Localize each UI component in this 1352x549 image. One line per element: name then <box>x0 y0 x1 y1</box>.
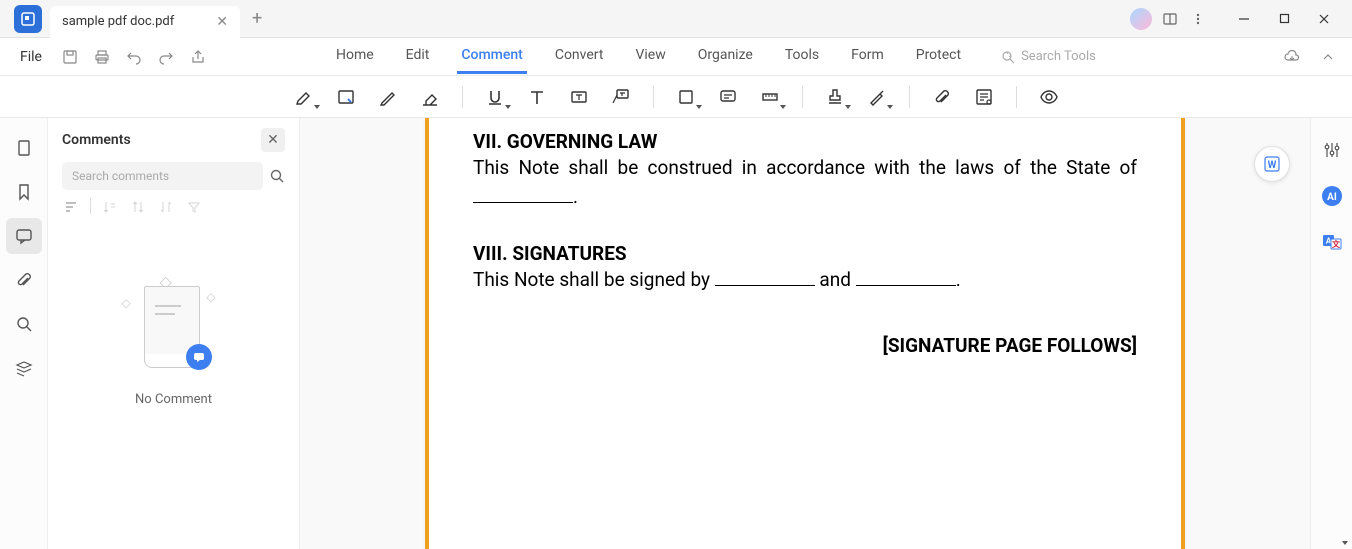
maximize-button[interactable] <box>1264 0 1304 38</box>
right-rail: AI A文 <box>1310 118 1352 549</box>
shape-tool[interactable] <box>666 81 706 113</box>
print-icon[interactable] <box>88 43 116 71</box>
tab-protect[interactable]: Protect <box>912 39 965 74</box>
search-tools[interactable]: Search Tools <box>1001 39 1096 74</box>
close-button[interactable] <box>1304 0 1344 38</box>
tab-form[interactable]: Form <box>847 39 888 74</box>
stamp-tool[interactable] <box>815 81 855 113</box>
close-tab-icon[interactable]: ✕ <box>216 14 228 30</box>
attachments-rail-icon[interactable] <box>6 262 42 298</box>
menubar: File Home Edit Comment Convert View Orga… <box>0 38 1352 76</box>
tab-organize[interactable]: Organize <box>694 39 757 74</box>
undo-icon[interactable] <box>120 43 148 71</box>
search-comments-input[interactable] <box>62 162 263 190</box>
comments-panel: Comments ✕ ◇ ◇ ◇ No Comment <box>48 118 300 549</box>
panel-title: Comments <box>62 132 131 148</box>
section-7-title: VII. GOVERNING LAW <box>473 130 1137 153</box>
pdf-page: VII. GOVERNING LAW This Note shall be co… <box>425 118 1185 549</box>
callout-tool[interactable] <box>601 81 641 113</box>
document-tab[interactable]: sample pdf doc.pdf ✕ <box>50 6 240 38</box>
signature-page-follows: [SIGNATURE PAGE FOLLOWS] <box>473 334 1137 357</box>
user-avatar[interactable] <box>1130 8 1152 30</box>
expand-icon[interactable] <box>129 198 147 216</box>
empty-state: ◇ ◇ ◇ No Comment <box>48 276 299 407</box>
search-rail-icon[interactable] <box>6 306 42 342</box>
attachment-tool[interactable] <box>922 81 962 113</box>
note-tool[interactable] <box>708 81 748 113</box>
empty-text: No Comment <box>135 392 212 407</box>
search-tools-label: Search Tools <box>1021 49 1096 64</box>
measure-tool[interactable] <box>750 81 790 113</box>
comment-toolbar <box>0 76 1352 118</box>
underline-tool[interactable] <box>475 81 515 113</box>
bookmarks-icon[interactable] <box>6 174 42 210</box>
layers-rail-icon[interactable] <box>6 350 42 386</box>
tab-tools[interactable]: Tools <box>781 39 823 74</box>
thumbnails-icon[interactable] <box>6 130 42 166</box>
signature-tool[interactable] <box>857 81 897 113</box>
settings-sliders-icon[interactable] <box>1318 136 1346 164</box>
tab-view[interactable]: View <box>631 39 669 74</box>
minimize-button[interactable] <box>1224 0 1264 38</box>
blank-field <box>856 267 956 286</box>
svg-text:W: W <box>1268 160 1277 171</box>
area-highlight-tool[interactable] <box>326 81 366 113</box>
redo-icon[interactable] <box>152 43 180 71</box>
section-8-body: This Note shall be signed by and . <box>473 265 1137 294</box>
eraser-tool[interactable] <box>410 81 450 113</box>
panel-close-button[interactable]: ✕ <box>261 128 285 152</box>
svg-text:AI: AI <box>1327 192 1337 203</box>
tab-comment[interactable]: Comment <box>457 39 526 74</box>
collapse-icon[interactable] <box>157 198 175 216</box>
sort-icon[interactable] <box>62 198 80 216</box>
sort-az-icon[interactable] <box>101 198 119 216</box>
hide-comments-tool[interactable] <box>1029 81 1069 113</box>
add-tab-button[interactable]: + <box>252 8 262 29</box>
filter-icon[interactable] <box>185 198 203 216</box>
empty-illustration-icon: ◇ ◇ ◇ <box>114 276 234 376</box>
text-tool[interactable] <box>517 81 557 113</box>
blank-field <box>715 267 815 286</box>
ai-assistant-icon[interactable]: AI <box>1318 182 1346 210</box>
left-rail <box>0 118 48 549</box>
tab-title: sample pdf doc.pdf <box>62 14 174 29</box>
cloud-sync-icon[interactable] <box>1278 43 1306 71</box>
tab-convert[interactable]: Convert <box>551 39 608 74</box>
file-menu[interactable]: File <box>10 49 52 65</box>
translate-icon[interactable]: A文 <box>1318 228 1346 256</box>
tab-edit[interactable]: Edit <box>402 39 434 74</box>
filter-row <box>48 198 299 226</box>
save-icon[interactable] <box>56 43 84 71</box>
highlight-tool[interactable] <box>284 81 324 113</box>
app-icon <box>14 5 42 33</box>
titlebar: sample pdf doc.pdf ✕ + <box>0 0 1352 38</box>
collapse-ribbon-icon[interactable] <box>1314 43 1342 71</box>
blank-field <box>473 184 573 203</box>
menu-tabs: Home Edit Comment Convert View Organize … <box>332 39 1096 74</box>
tab-home[interactable]: Home <box>332 39 378 74</box>
word-export-button[interactable]: W <box>1254 146 1290 182</box>
panel-icon[interactable] <box>1160 9 1180 29</box>
search-icon[interactable] <box>269 168 285 184</box>
section-8-title: VIII. SIGNATURES <box>473 242 1137 265</box>
more-icon[interactable] <box>1188 9 1208 29</box>
document-area[interactable]: VII. GOVERNING LAW This Note shall be co… <box>300 118 1310 549</box>
section-7-body: This Note shall be construed in accordan… <box>473 153 1137 182</box>
comments-rail-icon[interactable] <box>6 218 42 254</box>
share-icon[interactable] <box>184 43 212 71</box>
pencil-tool[interactable] <box>368 81 408 113</box>
comments-list-tool[interactable] <box>964 81 1004 113</box>
text-box-tool[interactable] <box>559 81 599 113</box>
svg-text:文: 文 <box>1332 239 1341 249</box>
